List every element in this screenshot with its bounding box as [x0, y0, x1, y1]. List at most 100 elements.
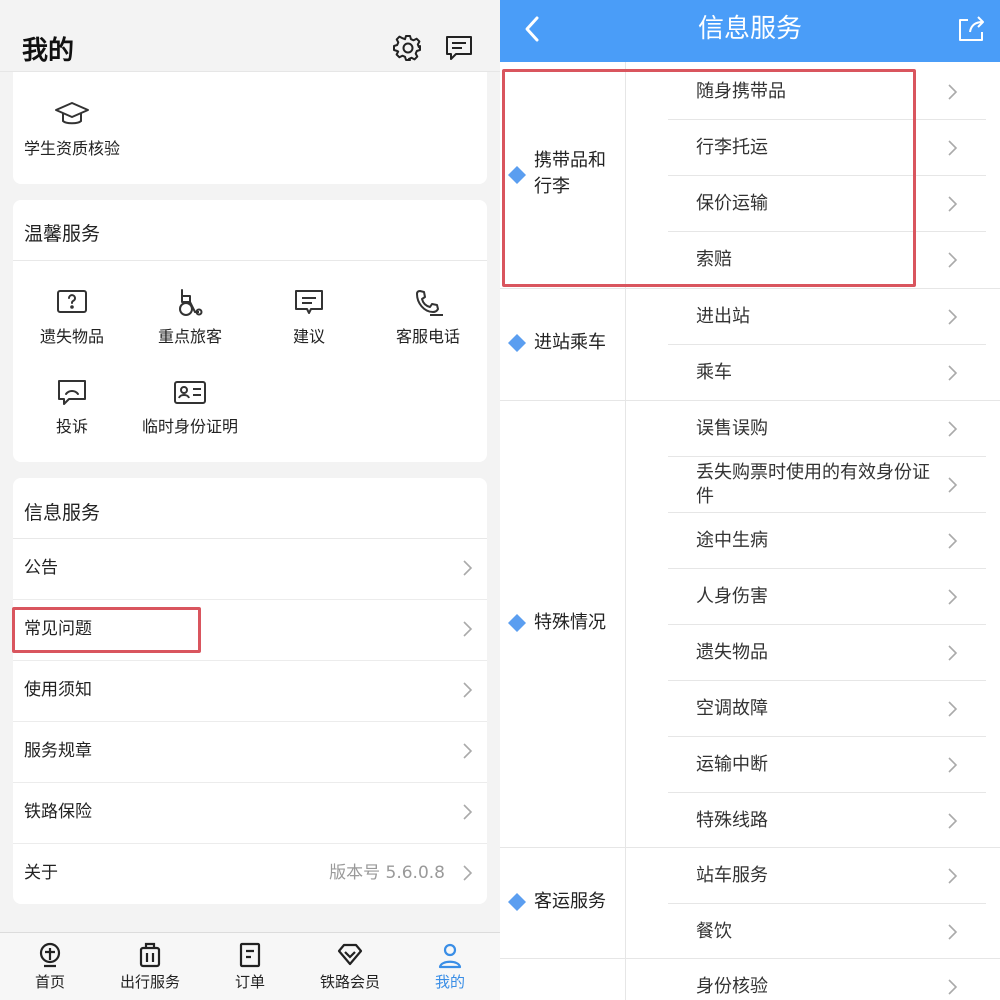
chevron-right-icon	[947, 923, 958, 941]
chevron-right-icon	[947, 978, 958, 996]
column-divider	[625, 62, 626, 1000]
key-passenger-label: 重点旅客	[157, 327, 222, 346]
chevron-right-icon	[461, 681, 473, 699]
tab-label: 订单	[234, 973, 265, 991]
share-icon[interactable]	[956, 14, 986, 44]
tab-membership[interactable]: 铁路会员	[300, 941, 400, 993]
student-card: 学生资质核验	[13, 72, 487, 184]
list-item-usage-notice[interactable]: 使用须知	[13, 661, 487, 722]
category-label: 特殊情况	[534, 612, 606, 633]
complaint-label: 投诉	[55, 417, 88, 436]
list-item-label: 餐饮	[696, 920, 732, 942]
list-item-label: 使用须知	[24, 680, 92, 700]
list-item-label: 空调故障	[696, 697, 768, 719]
list-item-service-rules[interactable]: 服务规章	[13, 722, 487, 783]
customer-phone-item[interactable]: 客服电话	[369, 288, 487, 348]
list-item[interactable]: 空调故障	[668, 681, 986, 737]
chevron-right-icon	[947, 532, 958, 550]
temp-id-label: 临时身份证明	[141, 417, 238, 436]
category-passenger-service[interactable]: 客运服务	[508, 889, 623, 915]
category-special-cases[interactable]: 特殊情况	[508, 610, 623, 636]
list-item-label: 站车服务	[696, 864, 768, 886]
category-label-line2: 行李	[534, 176, 570, 197]
my-page-panel: 我的 学生资质核验 温馨服务 遗失物品 重点旅客 建议 客服电话 投诉 临时身份…	[0, 0, 500, 1000]
customer-phone-label: 客服电话	[395, 327, 460, 346]
list-item[interactable]: 索赔	[668, 232, 986, 288]
list-item-faq[interactable]: 常见问题	[13, 600, 487, 661]
list-item-label: 人身伤害	[696, 585, 768, 607]
list-item-label: 身份核验	[696, 975, 768, 997]
list-item-insurance[interactable]: 铁路保险	[13, 783, 487, 844]
divider	[13, 260, 487, 261]
tab-home[interactable]: 首页	[0, 941, 100, 993]
temp-id-item[interactable]: 临时身份证明	[131, 378, 249, 438]
list-item[interactable]: 进出站	[668, 289, 986, 345]
list-item-label: 误售误购	[696, 417, 768, 439]
info-service-header: 信息服务	[500, 0, 1000, 62]
category-label: 客运服务	[534, 891, 606, 912]
list-item[interactable]: 餐饮	[668, 904, 986, 960]
warm-service-title: 温馨服务	[24, 223, 101, 245]
list-item[interactable]: 保价运输	[668, 176, 986, 232]
list-item-label: 常见问题	[24, 619, 92, 639]
list-item[interactable]: 随身携带品	[668, 64, 986, 120]
list-item[interactable]: 丢失购票时使用的有效身份证件	[668, 457, 986, 513]
diamond-icon	[336, 941, 364, 969]
list-item-label: 进出站	[696, 305, 750, 327]
chevron-right-icon	[947, 812, 958, 830]
list-item-label: 行李托运	[696, 136, 768, 158]
chevron-right-icon	[947, 588, 958, 606]
chevron-right-icon	[461, 864, 473, 882]
suggestion-item[interactable]: 建议	[250, 288, 368, 348]
chevron-right-icon	[461, 803, 473, 821]
list-item-label: 保价运输	[696, 192, 768, 214]
list-item-label: 丢失购票时使用的有效身份证件	[696, 461, 930, 507]
list-item[interactable]: 站车服务	[668, 848, 986, 904]
list-item-announcement[interactable]: 公告	[13, 539, 487, 600]
tab-travel-service[interactable]: 出行服务	[100, 941, 200, 993]
message-icon[interactable]	[444, 33, 474, 63]
list-item[interactable]: 特殊线路	[668, 793, 986, 849]
id-card-icon	[172, 378, 208, 408]
list-item[interactable]: 途中生病	[668, 513, 986, 569]
chevron-right-icon	[461, 620, 473, 638]
list-item[interactable]: 人身伤害	[668, 569, 986, 625]
list-item[interactable]: 身份核验	[668, 959, 986, 1000]
chevron-right-icon	[461, 559, 473, 577]
complaint-item[interactable]: 投诉	[13, 378, 131, 438]
gear-icon[interactable]	[393, 33, 423, 63]
chevron-right-icon	[947, 139, 958, 157]
bottom-tab-bar: 首页 出行服务 订单 铁路会员 我的	[0, 932, 500, 1000]
list-item[interactable]: 误售误购	[668, 401, 986, 457]
list-item-about[interactable]: 关于 版本号 5.6.0.8	[13, 844, 487, 904]
list-item-label: 铁路保险	[24, 802, 92, 822]
tab-orders[interactable]: 订单	[200, 941, 300, 993]
question-box-icon	[54, 288, 90, 318]
category-label: 进站乘车	[534, 332, 606, 353]
tab-mine[interactable]: 我的	[400, 941, 500, 993]
list-item[interactable]: 运输中断	[668, 737, 986, 793]
chevron-right-icon	[947, 700, 958, 718]
complaint-icon	[54, 378, 90, 408]
order-icon	[236, 941, 264, 969]
wheelchair-icon	[172, 288, 208, 318]
diamond-bullet-icon	[508, 334, 526, 352]
info-service-title: 信息服务	[24, 502, 101, 524]
tab-label: 铁路会员	[319, 973, 380, 991]
chevron-right-icon	[461, 742, 473, 760]
info-service-card: 信息服务 公告 常见问题 使用须知 服务规章 铁路保险 关于 版本号 5.6.0…	[13, 478, 487, 904]
list-item-label: 随身携带品	[696, 80, 786, 102]
list-item[interactable]: 行李托运	[668, 120, 986, 176]
list-item[interactable]: 遗失物品	[668, 625, 986, 681]
diamond-bullet-icon	[508, 893, 526, 911]
student-verify-item[interactable]: 学生资质核验	[13, 100, 131, 160]
railway-logo-icon	[36, 941, 64, 969]
category-luggage[interactable]: 携带品和 行李	[508, 148, 623, 202]
user-icon	[436, 941, 464, 969]
category-boarding[interactable]: 进站乘车	[508, 330, 623, 356]
key-passenger-item[interactable]: 重点旅客	[131, 288, 249, 348]
lost-items-item[interactable]: 遗失物品	[13, 288, 131, 348]
list-item[interactable]: 乘车	[668, 345, 986, 401]
chevron-right-icon	[947, 308, 958, 326]
tab-label: 我的	[434, 973, 465, 991]
